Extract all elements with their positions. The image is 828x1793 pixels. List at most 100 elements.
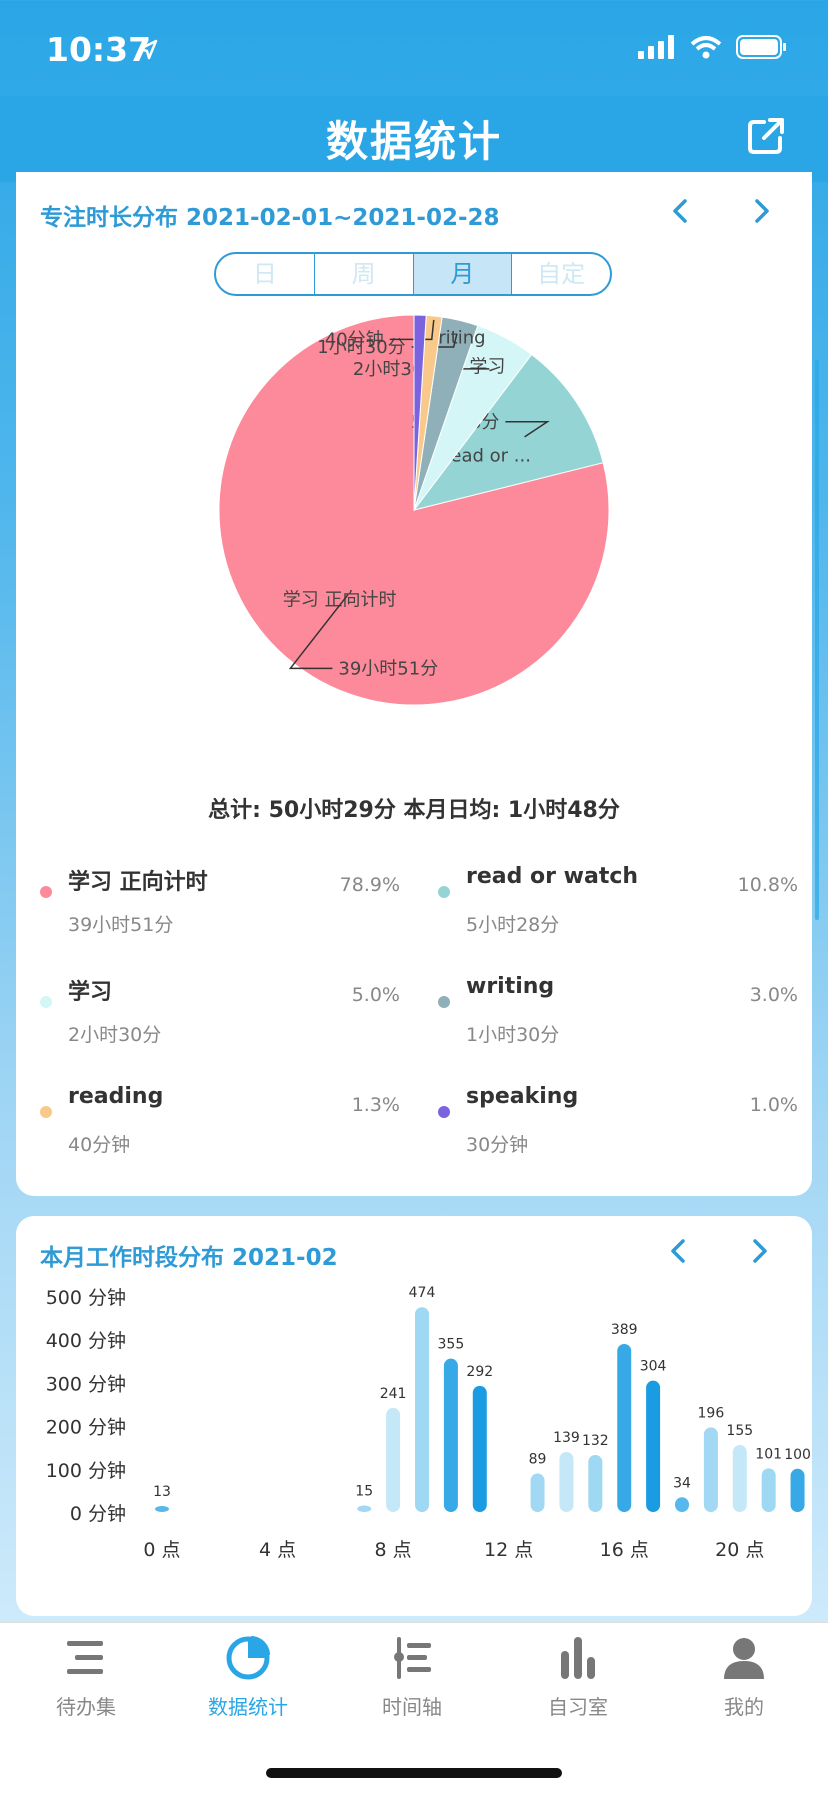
segment-custom[interactable]: 自定	[512, 254, 610, 294]
tab-todo[interactable]: 待办集	[16, 1633, 156, 1720]
tab-statistics[interactable]: 数据统计	[178, 1633, 318, 1720]
bar-value-label: 139	[553, 1430, 580, 1446]
legend-item: 学习 正向计时 39小时51分 78.9%	[40, 864, 400, 954]
person-icon	[724, 1638, 764, 1679]
work-bar	[703, 1427, 718, 1512]
legend-dot	[40, 1106, 52, 1118]
x-tick-label: 16 点	[600, 1539, 649, 1561]
bar-value-label: 132	[582, 1433, 609, 1449]
pie-callout-label: 39小时51分	[338, 658, 438, 679]
focus-pie-chart: 学习 正向计时39小时51分read or ...5小时28分学习2小时30分w…	[218, 314, 610, 706]
legend-percent: 78.9%	[339, 874, 400, 896]
legend-item: read or watch 5小时28分 10.8%	[438, 864, 798, 954]
tab-me[interactable]: 我的	[674, 1633, 814, 1720]
legend-duration: 40分钟	[68, 1134, 131, 1156]
battery-icon	[736, 35, 786, 59]
legend-duration: 2小时30分	[68, 1024, 162, 1046]
legend-duration: 1小时30分	[466, 1024, 560, 1046]
legend-duration: 39小时51分	[68, 914, 174, 936]
x-tick-label: 4 点	[259, 1539, 296, 1561]
y-tick-label: 400 分钟	[46, 1330, 126, 1352]
legend-item: 学习 2小时30分 5.0%	[40, 974, 400, 1064]
bar-value-label: 304	[640, 1359, 667, 1375]
work-bar	[732, 1445, 747, 1512]
pie-chart-icon	[226, 1636, 270, 1680]
legend-duration: 5小时28分	[466, 914, 560, 936]
y-tick-label: 500 分钟	[46, 1287, 126, 1309]
period-segmented-control: 日 周 月 自定	[214, 252, 612, 296]
tab-label: 时间轴	[382, 1695, 442, 1719]
bar-value-label: 474	[409, 1285, 436, 1301]
y-tick-label: 0 分钟	[70, 1503, 126, 1525]
legend-duration: 30分钟	[466, 1134, 529, 1156]
legend-item: reading 40分钟 1.3%	[40, 1084, 400, 1174]
x-tick-label: 8 点	[375, 1539, 412, 1561]
bar-value-label: 15	[355, 1484, 373, 1500]
pie-callout-label: 40分钟	[325, 329, 384, 350]
bar-value-label: 13	[153, 1484, 171, 1500]
signal-icon	[638, 35, 674, 59]
bar-value-label: 101	[755, 1446, 782, 1462]
work-bar	[617, 1343, 632, 1512]
next-month-chevron-icon[interactable]	[744, 1236, 774, 1266]
bar-value-label: 196	[698, 1405, 725, 1421]
legend-name: 学习	[68, 980, 113, 1005]
focus-card-title: 专注时长分布 2021-02-01~2021-02-28	[40, 205, 500, 231]
work-bar	[530, 1473, 545, 1512]
status-indicators	[638, 34, 788, 60]
y-tick-label: 200 分钟	[46, 1417, 126, 1439]
bar-chart-icon	[561, 1637, 595, 1679]
segment-week[interactable]: 周	[315, 254, 414, 294]
pie-slice-label: 学习	[469, 356, 505, 377]
legend-dot	[40, 996, 52, 1008]
bar-value-label: 389	[611, 1322, 638, 1338]
timeline-icon	[394, 1637, 431, 1679]
legend-item: writing 1小时30分 3.0%	[438, 974, 798, 1064]
prev-period-chevron-icon[interactable]	[666, 196, 696, 226]
legend-name: speaking	[466, 1084, 579, 1109]
scrollbar[interactable]	[815, 360, 819, 920]
tab-timeline[interactable]: 时间轴	[342, 1633, 482, 1720]
x-tick-label: 12 点	[484, 1539, 533, 1561]
work-time-card: 本月工作时段分布 2021-02 0 分钟 100 分钟 200 分钟 300 分钟 4…	[16, 1216, 812, 1616]
legend-name: writing	[466, 974, 555, 999]
wifi-icon	[690, 36, 722, 59]
segment-month[interactable]: 月	[413, 254, 513, 294]
legend-percent: 10.8%	[737, 874, 798, 896]
work-bar	[559, 1451, 574, 1512]
x-tick-label: 20 点	[715, 1539, 764, 1561]
location-arrow-icon	[138, 39, 158, 60]
work-card-title: 本月工作时段分布 2021-02	[40, 1245, 338, 1271]
bar-value-label: 100	[784, 1447, 811, 1463]
work-bar	[155, 1506, 169, 1512]
work-bar	[443, 1358, 458, 1512]
home-indicator	[266, 1768, 562, 1778]
next-period-chevron-icon[interactable]	[746, 196, 776, 226]
legend-name: 学习 正向计时	[68, 870, 208, 895]
work-bar	[357, 1505, 372, 1512]
segment-day[interactable]: 日	[216, 254, 315, 294]
bar-value-label: 355	[438, 1337, 465, 1353]
status-bar: 10:37	[0, 0, 828, 96]
work-time-bar-chart: 0 分钟 100 分钟 200 分钟 300 分钟 400 分钟 500 分钟 0 点 4 点…	[46, 1285, 811, 1561]
work-bar	[761, 1468, 776, 1512]
total-summary: 总计: 50小时29分 本月日均: 1小时48分	[208, 798, 620, 823]
bar-value-label: 89	[529, 1452, 547, 1468]
legend-name: read or watch	[466, 864, 639, 889]
work-bar	[588, 1454, 603, 1512]
work-bar	[675, 1497, 689, 1512]
y-tick-label: 300 分钟	[46, 1373, 126, 1395]
bar-value-label: 292	[466, 1364, 493, 1380]
legend-dot	[438, 1106, 450, 1118]
tab-label: 待办集	[56, 1695, 116, 1719]
work-bar	[415, 1307, 429, 1512]
bar-value-label: 241	[380, 1386, 407, 1402]
share-icon[interactable]	[742, 112, 790, 160]
tab-study-room[interactable]: 自习室	[508, 1633, 648, 1720]
legend-percent: 3.0%	[749, 984, 798, 1006]
legend-percent: 1.3%	[351, 1094, 400, 1116]
legend-percent: 5.0%	[351, 984, 400, 1006]
legend-name: reading	[68, 1084, 164, 1109]
pie-slice-label: 学习 正向计时	[283, 589, 397, 610]
prev-month-chevron-icon[interactable]	[664, 1236, 694, 1266]
